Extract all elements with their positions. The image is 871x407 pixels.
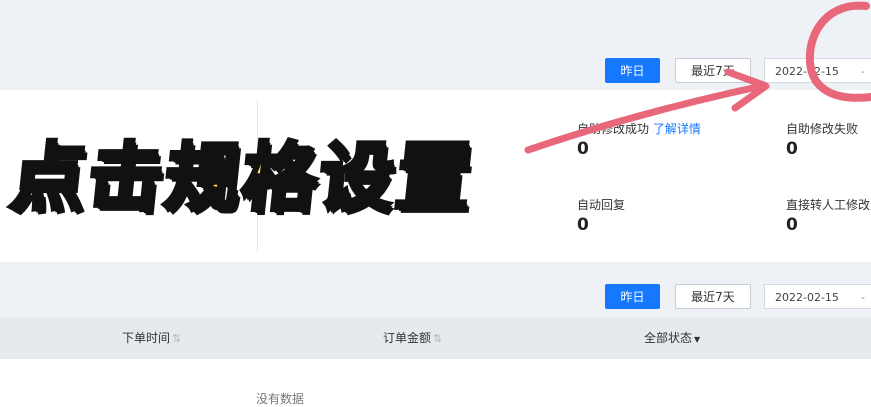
overlay-caption: 点击规格设置 bbox=[5, 133, 480, 223]
highlight-circle bbox=[805, 1, 871, 102]
arrow-shaft bbox=[524, 82, 766, 154]
